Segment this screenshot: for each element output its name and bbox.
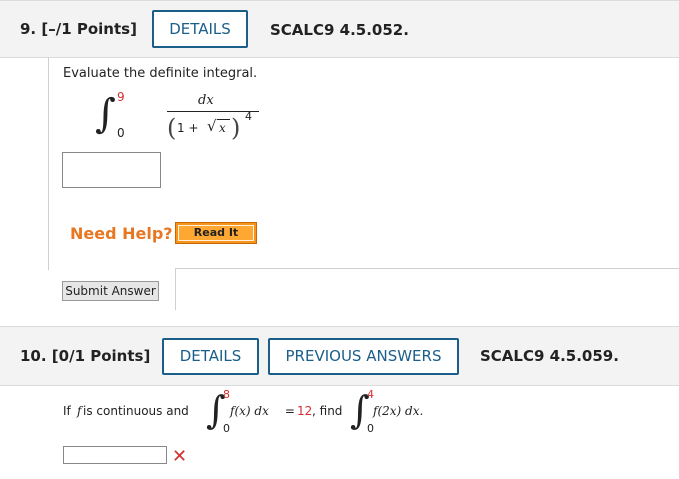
q10-prompt: If f is continuous and ∫ 8 0 f(x) dx = 1… [63, 388, 483, 440]
int2-lower: 0 [367, 422, 374, 435]
q9-denominator-x: x [219, 121, 226, 135]
submit-answer-button[interactable]: Submit Answer [62, 281, 159, 301]
q10-points: 10. [0/1 Points] [20, 347, 151, 365]
int2-expression: f(2x) dx. [373, 404, 424, 418]
q9-answer-input[interactable] [62, 152, 161, 188]
q10-header: 10. [0/1 Points] DETAILS PREVIOUS ANSWER… [0, 326, 679, 386]
incorrect-x-icon: ✕ [172, 446, 188, 467]
q9-details-button[interactable]: DETAILS [152, 10, 248, 48]
q9-numerator: dx [198, 93, 214, 108]
q9-problem-code: SCALC9 4.5.052. [270, 21, 409, 39]
read-it-label: Read It [178, 225, 254, 241]
q9-points: 9. [–/1 Points] [20, 20, 137, 38]
int1-upper: 8 [223, 388, 230, 401]
find-label: , find [312, 404, 343, 418]
q9-upper-limit: 9 [117, 90, 125, 104]
int1-lower: 0 [223, 422, 230, 435]
integral-sign: ∫ [95, 91, 116, 137]
q10-problem-code: SCALC9 4.5.059. [480, 347, 619, 365]
q9-divider-vert [175, 268, 176, 310]
given-value: 12 [297, 404, 313, 418]
q9-denominator-one: 1 + [177, 121, 199, 135]
q9-divider [175, 268, 679, 269]
sqrt-overbar [217, 119, 230, 120]
int2-upper: 4 [367, 388, 374, 401]
left-paren: ( [167, 114, 177, 142]
q9-header: 9. [–/1 Points] DETAILS SCALC9 4.5.052. [0, 0, 679, 58]
previous-answers-button[interactable]: PREVIOUS ANSWERS [268, 338, 459, 375]
int1-expression: f(x) dx [230, 404, 269, 418]
q9-lower-limit: 0 [117, 126, 125, 140]
q10-prompt-prefix: If [63, 404, 71, 418]
need-help-label: Need Help? [70, 224, 173, 243]
read-it-button[interactable]: Read It [175, 222, 257, 244]
q10-details-button[interactable]: DETAILS [162, 338, 259, 375]
right-paren: ) [231, 114, 241, 142]
q10-answer-input[interactable] [63, 446, 167, 464]
q10-prompt-mid: is continuous and [83, 404, 189, 418]
q9-exponent: 4 [245, 110, 252, 123]
q10-prompt-f: f [77, 404, 82, 418]
sqrt-icon: √ [207, 117, 217, 135]
q9-prompt: Evaluate the definite integral. [63, 66, 258, 81]
q9-integral-expression: ∫ 9 0 dx ( 1 + √ x ) 4 [95, 90, 275, 146]
